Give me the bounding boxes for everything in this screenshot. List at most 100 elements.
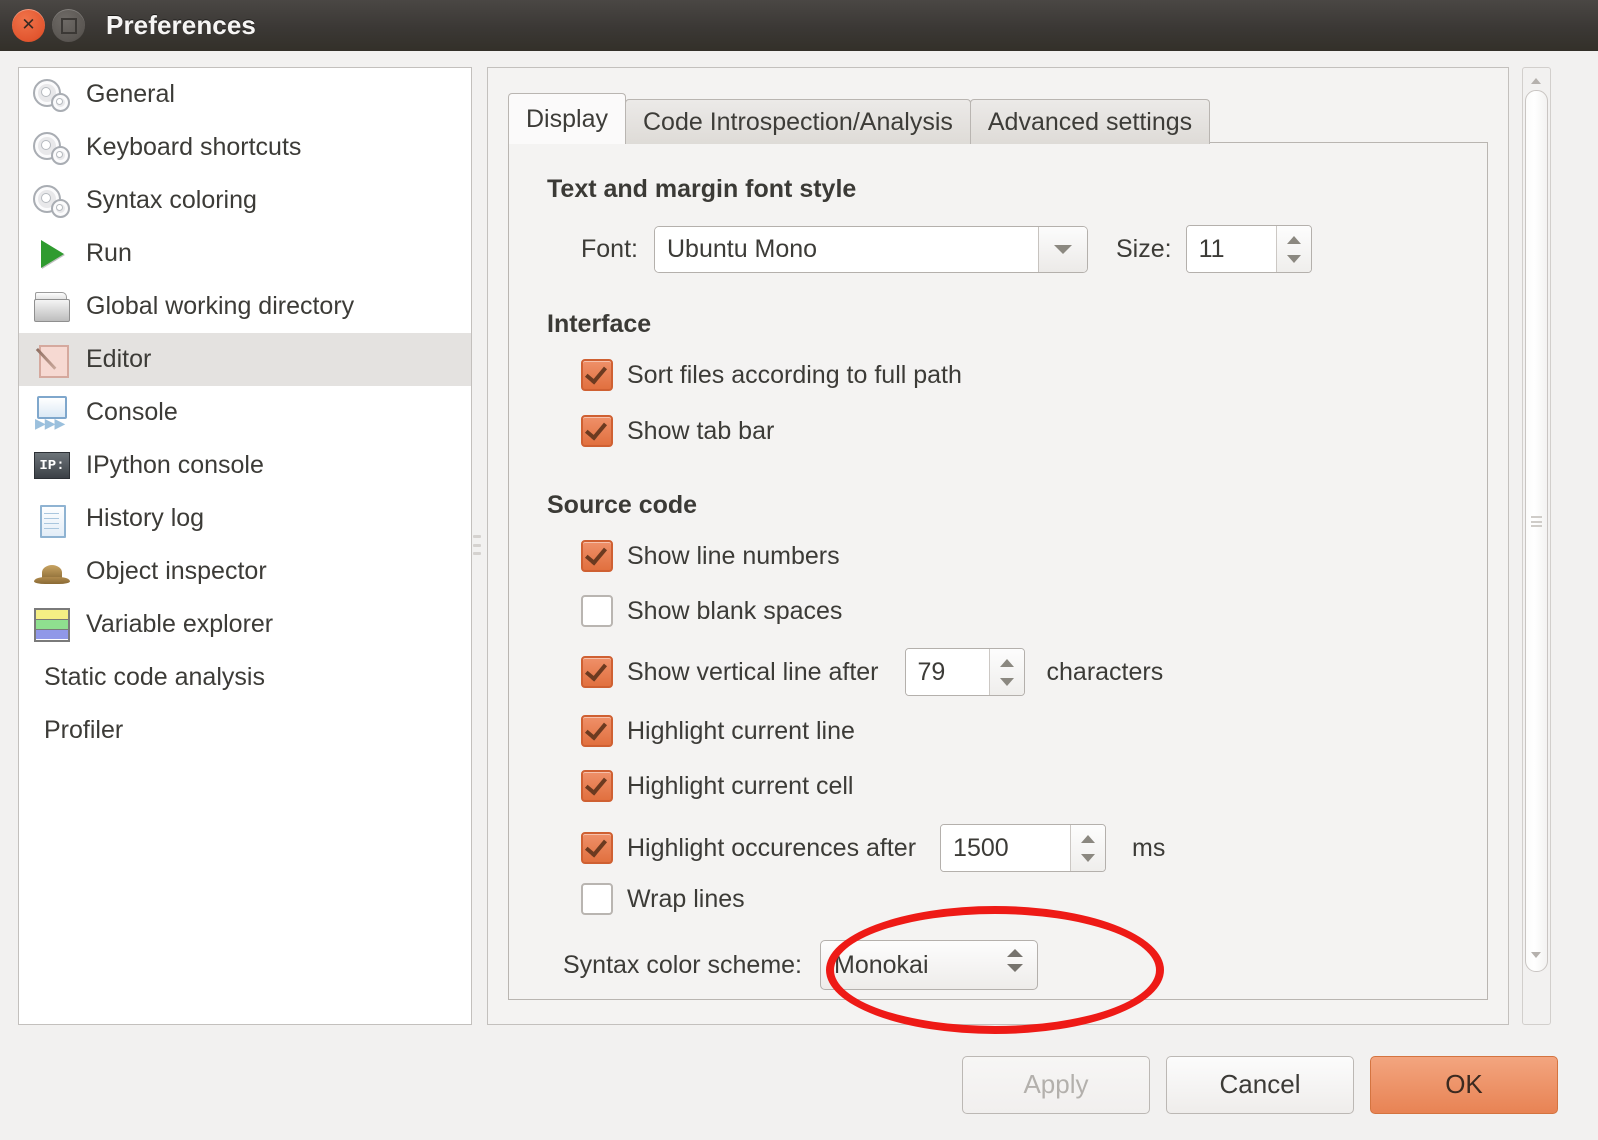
gear-icon xyxy=(30,182,74,220)
sidebar-item-ipython-console[interactable]: IP: IPython console xyxy=(19,439,471,492)
sidebar-item-label: History log xyxy=(86,504,205,532)
checkbox-label: Highlight current cell xyxy=(627,771,854,800)
sidebar-item-run[interactable]: Run xyxy=(19,227,471,280)
preferences-category-list[interactable]: General Keyboard shortcuts Syntax colori… xyxy=(18,67,472,1025)
scrollbar-thumb[interactable] xyxy=(1525,90,1548,972)
checkbox-indicator[interactable] xyxy=(581,832,613,864)
sidebar-item-profiler[interactable]: Profiler xyxy=(19,704,471,757)
checkbox-label: Highlight occurences after xyxy=(627,833,917,862)
panel-splitter[interactable] xyxy=(472,67,482,1023)
checkbox-highlight-current-cell[interactable]: Highlight current cell xyxy=(581,770,854,802)
cancel-button[interactable]: Cancel xyxy=(1166,1055,1354,1114)
checkbox-indicator[interactable] xyxy=(581,595,613,627)
checkbox-show-tab-bar[interactable]: Show tab bar xyxy=(581,415,774,447)
checkbox-show-blank-spaces[interactable]: Show blank spaces xyxy=(581,595,842,627)
checkbox-indicator[interactable] xyxy=(581,540,613,572)
spinner-buttons[interactable] xyxy=(1007,949,1023,972)
font-label: Font: xyxy=(581,234,638,263)
chevron-down-icon[interactable] xyxy=(1037,226,1087,272)
sidebar-item-editor[interactable]: Editor xyxy=(19,333,471,386)
scroll-down-icon[interactable] xyxy=(1531,952,1541,958)
checkbox-label: Show vertical line after xyxy=(627,657,879,686)
checkbox-label: Highlight current line xyxy=(627,716,855,745)
spinner-down-icon[interactable] xyxy=(1081,853,1096,862)
sidebar-item-label: Global working directory xyxy=(86,292,355,320)
interface-section-title: Interface xyxy=(547,310,652,338)
checkbox-sort-files-according-to-full-path[interactable]: Sort files according to full path xyxy=(581,359,962,391)
vertical-line-suffix-label: characters xyxy=(1046,657,1164,686)
ok-button[interactable]: OK xyxy=(1370,1055,1558,1114)
spinner-buttons[interactable] xyxy=(1275,226,1311,272)
syntax-color-scheme-label: Syntax color scheme: xyxy=(563,950,802,979)
source-code-section-title: Source code xyxy=(547,491,698,519)
checkbox-show-line-numbers[interactable]: Show line numbers xyxy=(581,540,840,572)
hat-icon xyxy=(30,553,74,591)
maximize-button[interactable] xyxy=(52,9,85,42)
splitter-grip xyxy=(473,535,481,555)
sidebar-item-console[interactable]: ▶▶▶ Console xyxy=(19,386,471,439)
sidebar-item-history-log[interactable]: History log xyxy=(19,492,471,545)
vertical-line-chars-spinner[interactable]: 79 xyxy=(904,648,1025,696)
sidebar-item-keyboard-shortcuts[interactable]: Keyboard shortcuts xyxy=(19,121,471,174)
tab-display[interactable]: Display xyxy=(508,93,626,144)
spinner-down-icon[interactable] xyxy=(1007,964,1023,972)
spinner-up-icon[interactable] xyxy=(1286,235,1301,244)
maximize-icon xyxy=(60,17,77,34)
checkbox-indicator[interactable] xyxy=(581,415,613,447)
checkbox-indicator[interactable] xyxy=(581,770,613,802)
display-tab-panel: Text and margin font style Font: Ubuntu … xyxy=(508,142,1488,1000)
checkbox-indicator[interactable] xyxy=(581,883,613,915)
checkbox-indicator[interactable] xyxy=(581,359,613,391)
ok-button-label: OK xyxy=(1445,1069,1483,1099)
checkbox-indicator[interactable] xyxy=(581,715,613,747)
console-icon: ▶▶▶ xyxy=(30,394,74,432)
checkbox-show-vertical-line-after[interactable]: Show vertical line after 79 characters xyxy=(581,648,1163,696)
close-button[interactable]: ✕ xyxy=(12,9,45,42)
spinner-up-icon[interactable] xyxy=(999,658,1014,667)
sidebar-item-syntax-coloring[interactable]: Syntax coloring xyxy=(19,174,471,227)
apply-button-label: Apply xyxy=(1023,1069,1089,1099)
checkbox-indicator[interactable] xyxy=(581,656,613,688)
preferences-window: ✕ Preferences General Keyboard shortcuts xyxy=(0,0,1598,1140)
apply-button[interactable]: Apply xyxy=(962,1055,1150,1114)
spinner-buttons[interactable] xyxy=(988,649,1024,695)
font-combobox[interactable]: Ubuntu Mono xyxy=(653,225,1088,273)
sidebar-item-label: Editor xyxy=(86,345,152,373)
gear-icon xyxy=(30,76,74,114)
highlight-occurrences-suffix-label: ms xyxy=(1132,833,1166,862)
sidebar-item-object-inspector[interactable]: Object inspector xyxy=(19,545,471,598)
sidebar-item-label: Run xyxy=(86,239,132,267)
spinner-buttons[interactable] xyxy=(1070,825,1106,871)
spinner-down-icon[interactable] xyxy=(999,677,1014,686)
tab-code-introspection-analysis[interactable]: Code Introspection/Analysis xyxy=(624,99,971,144)
checkbox-highlight-current-line[interactable]: Highlight current line xyxy=(581,715,855,747)
window-title: Preferences xyxy=(106,10,256,40)
close-icon: ✕ xyxy=(21,15,36,35)
checkbox-label: Show line numbers xyxy=(627,541,840,570)
tab-label: Advanced settings xyxy=(987,107,1193,136)
sidebar-item-variable-explorer[interactable]: Variable explorer xyxy=(19,598,471,651)
sidebar-item-general[interactable]: General xyxy=(19,68,471,121)
dialog-button-bar: Apply Cancel OK xyxy=(0,1029,1598,1140)
play-triangle-icon xyxy=(30,235,74,273)
sidebar-item-label: Variable explorer xyxy=(86,610,274,638)
sidebar-item-static-code-analysis[interactable]: Static code analysis xyxy=(19,651,471,704)
tab-label: Display xyxy=(526,104,608,133)
spinner-up-icon[interactable] xyxy=(1081,834,1096,843)
syntax-color-scheme-combobox[interactable]: Monokai xyxy=(820,940,1038,990)
tab-advanced-settings[interactable]: Advanced settings xyxy=(969,99,1211,144)
spinner-down-icon[interactable] xyxy=(1286,254,1301,263)
editor-pencil-icon xyxy=(30,341,74,379)
checkbox-wrap-lines[interactable]: Wrap lines xyxy=(581,883,745,915)
checkbox-label: Wrap lines xyxy=(627,884,745,913)
spinner-up-icon[interactable] xyxy=(1007,949,1023,957)
checkbox-highlight-occurrences-after[interactable]: Highlight occurences after 1500 ms xyxy=(581,824,1165,872)
checkbox-label: Show tab bar xyxy=(627,416,775,445)
highlight-occurrences-spinner[interactable]: 1500 xyxy=(940,824,1107,872)
scroll-up-icon[interactable] xyxy=(1531,78,1541,84)
sidebar-item-global-working-directory[interactable]: Global working directory xyxy=(19,280,471,333)
font-size-spinner[interactable]: 11 xyxy=(1185,225,1312,273)
vertical-scrollbar[interactable] xyxy=(1522,67,1551,1025)
highlight-occurrences-value: 1500 xyxy=(941,825,1071,871)
notepad-icon xyxy=(30,500,74,538)
